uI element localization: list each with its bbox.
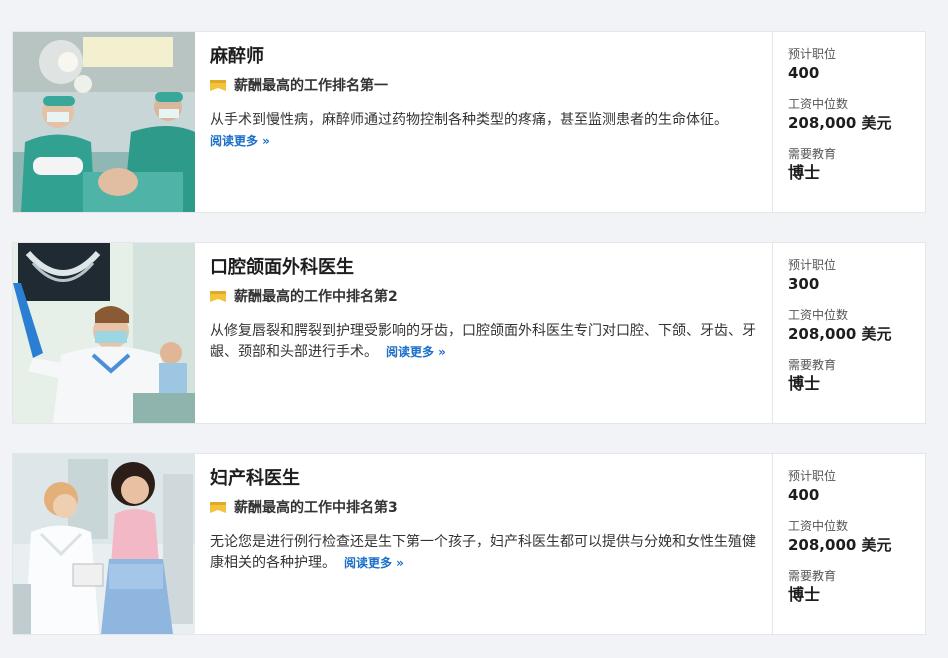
job-description: 无论您是进行例行检查还是生下第一个孩子，妇产科医生都可以提供与分娩和女性生殖健康… — [210, 532, 756, 574]
job-summary: 麻醉师 薪酬最高的工作排名第一 从手术到慢性病，麻醉师通过药物控制各种类型的疼痛… — [195, 32, 773, 212]
education-value: 博士 — [788, 585, 821, 604]
positions-value: 400 — [788, 64, 820, 82]
job-photo-anesthesiologist[interactable] — [13, 32, 195, 212]
job-summary: 妇产科医生 薪酬最高的工作中排名第3 无论您是进行例行检查还是生下第一个孩子，妇… — [195, 454, 773, 634]
positions-label: 预计职位 — [788, 47, 837, 61]
job-card[interactable]: 妇产科医生 薪酬最高的工作中排名第3 无论您是进行例行检查还是生下第一个孩子，妇… — [12, 453, 926, 635]
read-more-link[interactable]: 阅读更多 » — [344, 556, 404, 570]
education-label: 需要教育 — [788, 358, 837, 372]
education-label: 需要教育 — [788, 147, 837, 161]
job-summary: 口腔颌面外科医生 薪酬最高的工作中排名第2 从修复唇裂和腭裂到护理受影响的牙齿，… — [195, 243, 773, 423]
positions-label: 预计职位 — [788, 469, 837, 483]
job-card[interactable]: 麻醉师 薪酬最高的工作排名第一 从手术到慢性病，麻醉师通过药物控制各种类型的疼痛… — [12, 31, 926, 213]
salary-value: 208,000 美元 — [788, 325, 892, 343]
ribbon-badge-icon — [210, 79, 226, 91]
ribbon-badge-icon — [210, 501, 226, 513]
salary-value: 208,000 美元 — [788, 536, 892, 554]
job-stats: 预计职位 400 工资中位数 208,000 美元 需要教育 博士 — [773, 454, 928, 634]
positions-label: 预计职位 — [788, 258, 837, 272]
job-description: 从手术到慢性病，麻醉师通过药物控制各种类型的疼痛，甚至监测患者的生命体征。 阅读… — [210, 110, 756, 152]
job-rank: 薪酬最高的工作中排名第3 — [210, 496, 756, 518]
ribbon-badge-icon — [210, 290, 226, 302]
job-stats: 预计职位 400 工资中位数 208,000 美元 需要教育 博士 — [773, 32, 928, 212]
job-stats: 预计职位 300 工资中位数 208,000 美元 需要教育 博士 — [773, 243, 928, 423]
read-more-link[interactable]: 阅读更多 » — [386, 345, 446, 359]
job-rank: 薪酬最高的工作中排名第2 — [210, 285, 756, 307]
surgery-scene-image — [13, 32, 195, 212]
job-description-text: 无论您是进行例行检查还是生下第一个孩子，妇产科医生都可以提供与分娩和女性生殖健康… — [210, 534, 756, 571]
clinic-consultation-image — [13, 454, 195, 634]
read-more-link[interactable]: 阅读更多 » — [210, 131, 756, 152]
positions-value: 300 — [788, 275, 820, 293]
salary-label: 工资中位数 — [788, 308, 849, 322]
salary-label: 工资中位数 — [788, 519, 849, 533]
salary-value: 208,000 美元 — [788, 114, 892, 132]
job-description-text: 从修复唇裂和腭裂到护理受影响的牙齿，口腔颌面外科医生专门对口腔、下颌、牙齿、牙龈… — [210, 323, 756, 360]
job-description: 从修复唇裂和腭裂到护理受影响的牙齿，口腔颌面外科医生专门对口腔、下颌、牙齿、牙龈… — [210, 321, 756, 363]
job-photo-obgyn[interactable] — [13, 454, 195, 634]
job-description-text: 从手术到慢性病，麻醉师通过药物控制各种类型的疼痛，甚至监测患者的生命体征。 — [210, 112, 728, 128]
education-label: 需要教育 — [788, 569, 837, 583]
job-title[interactable]: 妇产科医生 — [210, 466, 756, 492]
job-rank-text: 薪酬最高的工作排名第一 — [234, 78, 388, 94]
job-rank-text: 薪酬最高的工作中排名第3 — [234, 500, 398, 516]
job-rank: 薪酬最高的工作排名第一 — [210, 74, 756, 96]
salary-label: 工资中位数 — [788, 97, 849, 111]
job-photo-oral-surgeon[interactable] — [13, 243, 195, 423]
education-value: 博士 — [788, 374, 821, 393]
positions-value: 400 — [788, 486, 820, 504]
job-title[interactable]: 麻醉师 — [210, 44, 756, 70]
job-list: 麻醉师 薪酬最高的工作排名第一 从手术到慢性病，麻醉师通过药物控制各种类型的疼痛… — [0, 0, 948, 658]
job-card[interactable]: 口腔颌面外科医生 薪酬最高的工作中排名第2 从修复唇裂和腭裂到护理受影响的牙齿，… — [12, 242, 926, 424]
dental-xray-scene-image — [13, 243, 195, 423]
job-rank-text: 薪酬最高的工作中排名第2 — [234, 289, 398, 305]
job-title[interactable]: 口腔颌面外科医生 — [210, 255, 756, 281]
education-value: 博士 — [788, 163, 821, 182]
